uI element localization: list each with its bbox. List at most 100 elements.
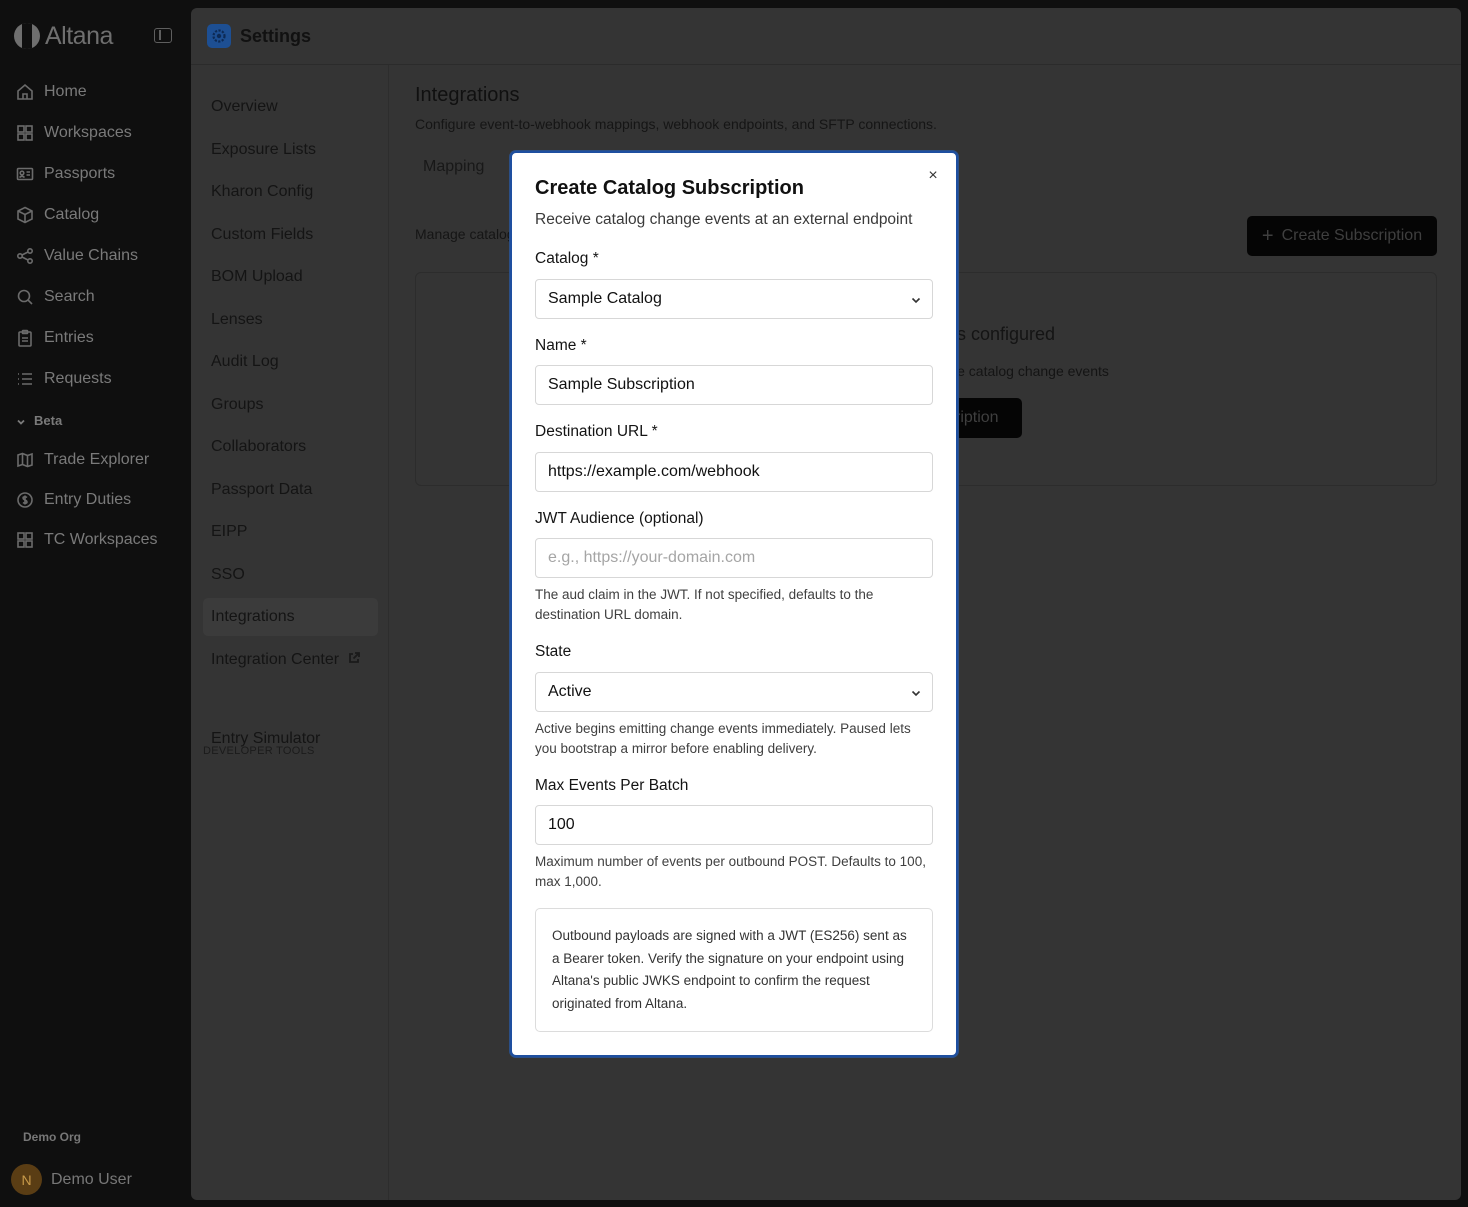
sidebar-collapse-icon[interactable] [154, 28, 172, 43]
settings-nav-label: Exposure Lists [211, 141, 316, 158]
user-menu[interactable]: N Demo User [11, 1164, 132, 1195]
user-name: Demo User [51, 1170, 132, 1188]
box-icon [16, 206, 34, 224]
section-subtitle: Configure event-to-webhook mappings, web… [415, 116, 937, 132]
nav-item-entries[interactable]: Entries [16, 323, 186, 353]
avatar: N [11, 1164, 42, 1195]
nav-label: Trade Explorer [44, 451, 150, 468]
search-icon [16, 288, 34, 306]
nav-item-requests[interactable]: Requests [16, 364, 186, 394]
nav-label: Value Chains [44, 247, 138, 264]
settings-nav: Overview Exposure Lists Kharon Config Cu… [191, 65, 389, 1200]
map-icon [16, 451, 34, 469]
settings-nav-label: Groups [211, 396, 264, 413]
max-events-field[interactable] [535, 805, 933, 845]
settings-nav-label: SSO [211, 566, 245, 583]
settings-nav-eipp[interactable]: EIPP [203, 513, 378, 551]
nav-item-trade-explorer[interactable]: Trade Explorer [16, 445, 186, 475]
nav-item-passports[interactable]: Passports [16, 159, 186, 189]
nav-item-catalog[interactable]: Catalog [16, 200, 186, 230]
settings-nav-label: Overview [211, 98, 278, 115]
settings-nav-label: Audit Log [211, 353, 279, 370]
dialog-title: Create Catalog Subscription [535, 177, 804, 199]
settings-nav-groups[interactable]: Groups [203, 386, 378, 424]
app-sidebar: Altana Home Workspaces Passports Catalog… [0, 0, 191, 1207]
settings-nav-label: Integration Center [211, 651, 340, 668]
empty-state-title: ns configured [947, 324, 1055, 345]
empty-state-subtitle-text: ive catalog change events [947, 363, 1109, 379]
nav-item-home[interactable]: Home [16, 77, 186, 107]
catalog-label: Catalog * [535, 250, 599, 267]
name-field[interactable] [535, 365, 933, 405]
list-icon [16, 370, 34, 388]
settings-nav-kharon-config[interactable]: Kharon Config [203, 173, 378, 211]
settings-header: Settings [191, 8, 1461, 65]
settings-nav-sso[interactable]: SSO [203, 556, 378, 594]
beta-label: Beta [34, 412, 63, 428]
page-title: Settings [240, 25, 312, 46]
settings-nav-integrations[interactable]: Integrations [203, 598, 378, 636]
settings-nav-passport-data[interactable]: Passport Data [203, 471, 378, 509]
nav-item-workspaces[interactable]: Workspaces [16, 118, 186, 148]
name-label: Name * [535, 337, 587, 354]
gear-icon [207, 24, 231, 48]
nav-label: Catalog [44, 206, 100, 223]
manage-description: Manage catalog [415, 226, 515, 242]
state-select-value: Active [548, 683, 592, 700]
close-icon[interactable]: × [924, 167, 942, 185]
settings-nav-custom-fields[interactable]: Custom Fields [203, 216, 378, 254]
empty-state-subtitle: ive catalog change events [947, 363, 1109, 379]
nav-item-value-chains[interactable]: Value Chains [16, 241, 186, 271]
chevron-down-icon [910, 293, 922, 305]
settings-nav-collaborators[interactable]: Collaborators [203, 428, 378, 466]
state-label: State [535, 643, 572, 660]
destination-url-input[interactable] [548, 453, 932, 491]
nav-item-search[interactable]: Search [16, 282, 186, 312]
settings-nav-label: Integrations [211, 608, 295, 625]
settings-nav-audit-log[interactable]: Audit Log [203, 343, 378, 381]
max-events-input[interactable] [548, 806, 932, 844]
settings-nav-label: Collaborators [211, 438, 307, 455]
settings-nav-label: Passport Data [211, 481, 313, 498]
nav-label: TC Workspaces [44, 531, 158, 548]
nav-label: Workspaces [44, 124, 132, 141]
jwt-signing-info: Outbound payloads are signed with a JWT … [535, 908, 933, 1032]
settings-nav-label: Lenses [211, 311, 263, 328]
create-subscription-label: Create Subscription [1281, 227, 1423, 244]
max-events-help: Maximum number of events per outbound PO… [535, 854, 926, 889]
settings-nav-integration-center[interactable]: Integration Center [203, 641, 378, 679]
settings-nav-label: BOM Upload [211, 268, 303, 285]
home-icon [16, 83, 34, 101]
external-link-icon [347, 651, 361, 670]
settings-nav-label: EIPP [211, 523, 248, 540]
settings-nav-bom-upload[interactable]: BOM Upload [203, 258, 378, 296]
nav-item-tc-workspaces[interactable]: TC Workspaces [16, 525, 186, 555]
jwt-audience-help: The aud claim in the JWT. If not specifi… [535, 587, 874, 622]
create-subscription-button[interactable]: + Create Subscription [1247, 216, 1437, 256]
nav-label: Home [44, 83, 87, 100]
settings-nav-entry-simulator[interactable]: Entry Simulator [203, 720, 378, 758]
jwt-audience-input[interactable] [548, 539, 932, 577]
nav-item-entry-duties[interactable]: Entry Duties [16, 485, 186, 515]
grid-icon [16, 124, 34, 142]
tab-mapping[interactable]: Mapping [423, 158, 484, 176]
jwt-audience-field[interactable] [535, 538, 933, 578]
empty-state-create-button[interactable]: cription [947, 398, 1022, 438]
settings-nav-overview[interactable]: Overview [203, 88, 378, 126]
dollar-circle-icon [16, 491, 34, 509]
grid-icon [16, 531, 34, 549]
catalog-select-value: Sample Catalog [548, 290, 662, 307]
plus-icon: + [1261, 225, 1274, 247]
beta-group-toggle[interactable]: Beta [16, 410, 62, 430]
brand-logo[interactable]: Altana [14, 22, 113, 50]
org-name[interactable]: Demo Org [23, 1130, 81, 1144]
nav-label: Entries [44, 329, 94, 346]
create-subscription-dialog: × Create Catalog Subscription Receive ca… [510, 151, 958, 1057]
name-input[interactable] [548, 366, 932, 404]
state-select[interactable]: Active [535, 672, 933, 712]
section-title: Integrations [415, 84, 520, 106]
destination-url-field[interactable] [535, 452, 933, 492]
settings-nav-lenses[interactable]: Lenses [203, 301, 378, 339]
settings-nav-exposure-lists[interactable]: Exposure Lists [203, 131, 378, 169]
catalog-select[interactable]: Sample Catalog [535, 279, 933, 319]
